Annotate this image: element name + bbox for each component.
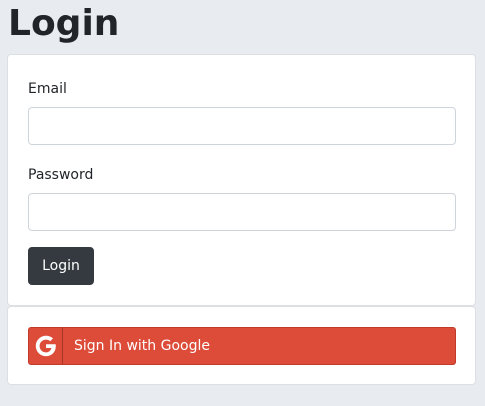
page-title: Login [8,3,120,44]
google-signin-label: Sign In with Google [74,338,210,354]
email-field[interactable] [28,107,456,145]
password-label: Password [28,167,94,183]
email-label: Email [28,81,67,97]
login-card: Email Password Login [7,54,476,306]
google-icon [29,328,63,364]
password-field[interactable] [28,193,456,231]
google-signin-card: Sign In with Google [7,306,476,385]
login-button[interactable]: Login [28,247,94,285]
google-signin-button[interactable]: Sign In with Google [28,327,456,365]
